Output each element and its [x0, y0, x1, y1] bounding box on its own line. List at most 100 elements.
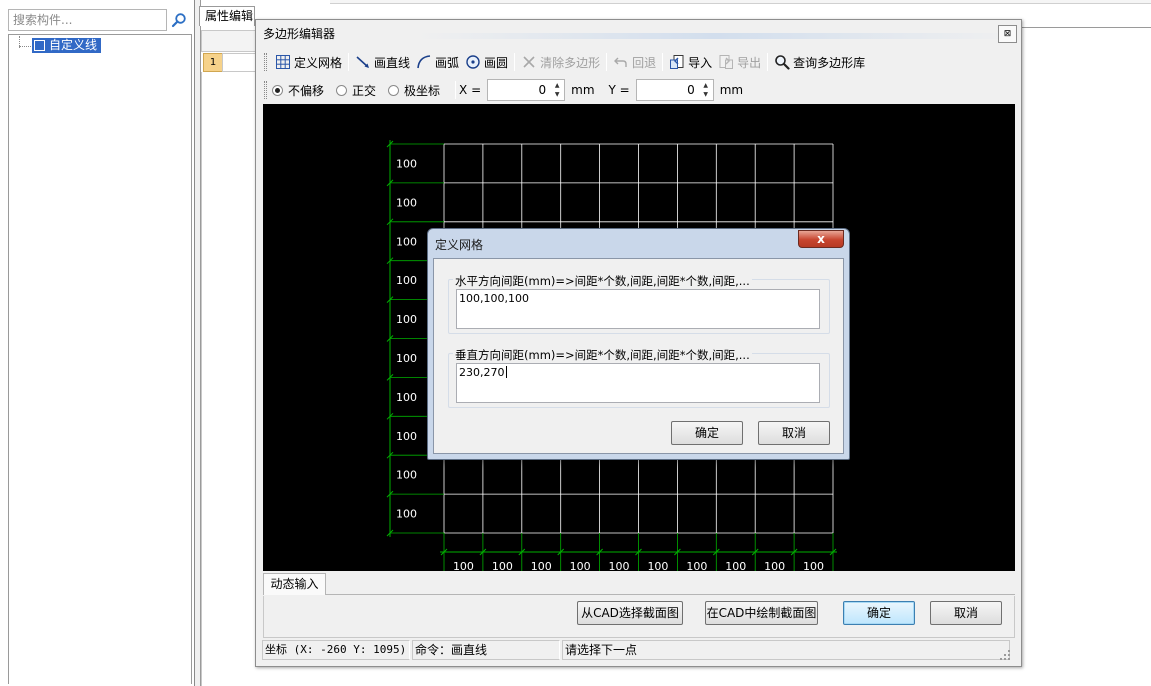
toolbar-grip[interactable] — [264, 53, 267, 71]
vertical-dimension-label: 100 — [396, 469, 417, 482]
vertical-dimension-label: 100 — [396, 313, 417, 326]
vertical-dimension-label: 100 — [396, 352, 417, 365]
ok-button[interactable]: 确定 — [843, 601, 915, 625]
toolbar-grip[interactable] — [264, 81, 267, 99]
radio-button[interactable] — [336, 84, 348, 96]
dialog-close-button[interactable]: x — [798, 230, 844, 248]
status-bar: 坐标 (X: -260 Y: 1095) 命令：画直线 请选择下一点 — [262, 640, 1018, 662]
tab-property-editor[interactable]: 属性编辑 — [199, 6, 255, 26]
search-icon[interactable] — [171, 12, 187, 28]
toolbar-separator — [767, 53, 769, 71]
spin-arrows[interactable]: ▲ ▼ — [700, 81, 712, 99]
horizontal-spacing-input[interactable]: 100,100,100 — [456, 289, 820, 329]
text-caret — [505, 366, 507, 378]
define-grid-label: 定义网格 — [294, 55, 343, 70]
vertical-dimension-label: 100 — [396, 391, 417, 404]
component-tree — [8, 34, 192, 684]
x-spinbox[interactable]: ▲▼ — [487, 79, 566, 101]
action-area: 从CAD选择截面图 在CAD中绘制截面图 确定 取消 — [263, 596, 1015, 638]
export-icon — [718, 54, 734, 70]
define-grid-button[interactable]: 定义网格 — [272, 51, 345, 73]
property-grid-header — [201, 30, 261, 52]
close-button[interactable]: ⊠ — [998, 25, 1017, 43]
horizontal-spacing-group: 水平方向间距(mm)=>间距*个数,间距,间距*个数,间距,... 100,10… — [448, 273, 830, 334]
status-command: 命令：画直线 — [412, 640, 560, 660]
x-input[interactable] — [488, 80, 551, 100]
property-grid-border — [201, 72, 202, 686]
radio-orthogonal[interactable]: 正交 — [336, 82, 376, 99]
window-top-edge — [330, 0, 1151, 4]
dialog-ok-button[interactable]: 确定 — [671, 421, 743, 445]
horizontal-dimension-label: 100 — [647, 560, 668, 571]
cancel-button[interactable]: 取消 — [930, 601, 1002, 625]
toolbar-separator — [514, 53, 516, 71]
tree-connector — [19, 46, 33, 47]
undo-label: 回退 — [632, 55, 657, 70]
horizontal-dimension-label: 100 — [453, 560, 474, 571]
horizontal-dimension-label: 100 — [531, 560, 552, 571]
radio-no-offset[interactable]: 不偏移 — [272, 82, 324, 99]
export-label: 导出 — [737, 55, 762, 70]
search-box[interactable] — [8, 9, 167, 31]
radio-polar[interactable]: 极坐标 — [388, 82, 440, 99]
draw-in-cad-button[interactable]: 在CAD中绘制截面图 — [705, 601, 818, 625]
toolbar: 定义网格 画直线 画弧 画圆 清除多边形 回退 导入 导出 查询多边形库 — [262, 50, 1016, 74]
vertical-spacing-input[interactable]: 230,270 — [456, 363, 820, 403]
property-row-number[interactable]: 1 — [203, 53, 223, 72]
horizontal-dimension-label: 100 — [803, 560, 824, 571]
select-from-cad-button[interactable]: 从CAD选择截面图 — [577, 601, 683, 625]
clear-polygon-label: 清除多边形 — [540, 55, 601, 70]
horizontal-dimension-label: 100 — [725, 560, 746, 571]
grid-icon — [275, 54, 291, 70]
vertical-dimension-label: 100 — [396, 508, 417, 521]
tab-dynamic-input[interactable]: 动态输入 — [263, 573, 326, 595]
dialog-cancel-button[interactable]: 取消 — [758, 421, 830, 445]
search-input[interactable] — [9, 10, 166, 30]
y-spinbox[interactable]: ▲▼ — [635, 79, 714, 101]
vertical-dimension-label: 100 — [396, 235, 417, 248]
window-title: 多边形编辑器 — [263, 27, 336, 41]
y-input[interactable] — [636, 80, 699, 100]
horizontal-dimension-label: 100 — [764, 560, 785, 571]
y-unit: mm — [719, 83, 744, 97]
draw-arc-button[interactable]: 画弧 — [413, 51, 462, 73]
tree-item-label: 自定义线 — [49, 38, 98, 52]
dialog-title: 定义网格 — [435, 238, 484, 252]
vertical-dimension-label: 100 — [396, 196, 417, 209]
import-button[interactable]: 导入 — [666, 51, 715, 73]
vertical-dimension-label: 100 — [396, 430, 417, 443]
resize-grip-icon[interactable] — [998, 648, 1012, 662]
undo-button[interactable]: 回退 — [610, 51, 659, 73]
query-library-button[interactable]: 查询多边形库 — [771, 51, 868, 73]
titlebar-highlight — [416, 33, 1016, 39]
horizontal-dimension-label: 100 — [609, 560, 630, 571]
tree-item-checkbox[interactable] — [34, 40, 45, 51]
toolbar-separator — [662, 53, 664, 71]
query-library-label: 查询多边形库 — [793, 55, 866, 70]
radio-no-offset-label: 不偏移 — [288, 83, 325, 98]
import-label: 导入 — [688, 55, 713, 70]
x-unit: mm — [571, 83, 595, 97]
x-label: X = — [459, 83, 482, 97]
radio-polar-label: 极坐标 — [404, 83, 441, 98]
import-icon — [669, 54, 685, 70]
tree-item-custom-line[interactable]: 自定义线 — [32, 38, 102, 53]
arc-icon — [416, 54, 432, 70]
export-button[interactable]: 导出 — [715, 51, 764, 73]
undo-icon — [613, 54, 629, 70]
dialog-body: 水平方向间距(mm)=>间距*个数,间距,间距*个数,间距,... 100,10… — [433, 258, 844, 454]
horizontal-dimension-label: 100 — [686, 560, 707, 571]
horizontal-spacing-value: 100,100,100 — [459, 292, 529, 305]
draw-circle-button[interactable]: 画圆 — [462, 51, 511, 73]
status-coordinate: 坐标 (X: -260 Y: 1095) — [262, 640, 410, 660]
vertical-spacing-group: 垂直方向间距(mm)=>间距*个数,间距,间距*个数,间距,... 230,27… — [448, 347, 830, 408]
draw-line-button[interactable]: 画直线 — [352, 51, 413, 73]
clear-polygon-button[interactable]: 清除多边形 — [518, 51, 603, 73]
horizontal-dimension-label: 100 — [570, 560, 591, 571]
status-prompt: 请选择下一点 — [562, 640, 1010, 660]
toolbar-separator — [348, 53, 350, 71]
spin-arrows[interactable]: ▲ ▼ — [551, 81, 563, 99]
radio-button-checked[interactable] — [272, 84, 283, 96]
radio-button[interactable] — [388, 84, 400, 96]
magnifier-icon — [774, 54, 790, 70]
